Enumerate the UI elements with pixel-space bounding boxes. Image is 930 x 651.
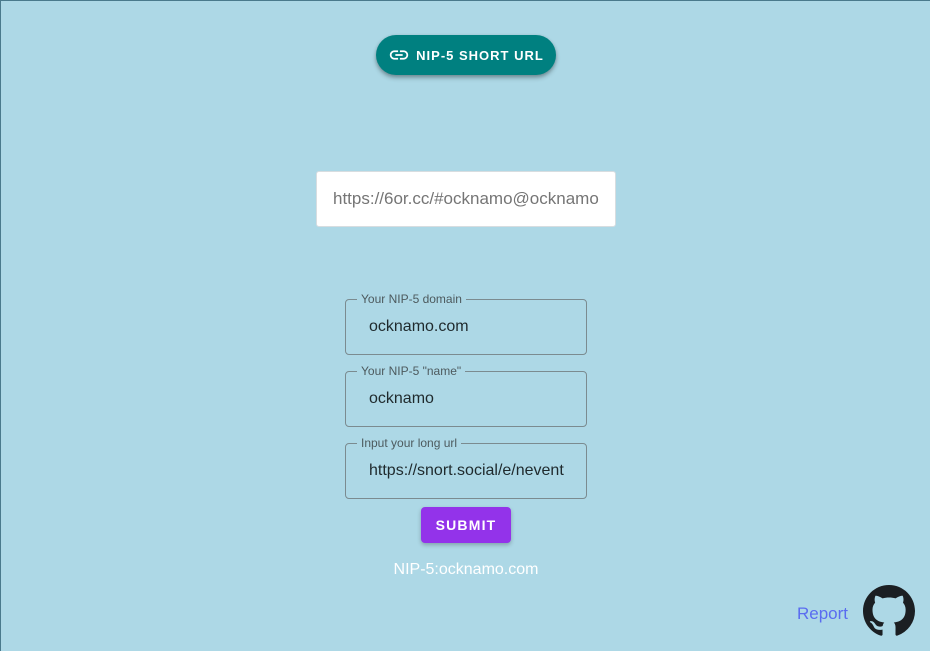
long-url-field: Input your long url (345, 436, 587, 499)
name-input[interactable] (346, 372, 586, 426)
link-icon (388, 44, 410, 66)
name-field: Your NIP-5 "name" (345, 364, 587, 427)
long-url-input[interactable] (346, 444, 586, 498)
nip5-identifier-text: NIP-5:ocknamo.com (393, 561, 539, 578)
nip5-short-url-label: NIP-5 SHORT URL (416, 47, 544, 63)
domain-field: Your NIP-5 domain (345, 292, 587, 355)
domain-input[interactable] (346, 300, 586, 354)
nip5-short-url-button[interactable]: NIP-5 SHORT URL (376, 35, 556, 75)
report-link[interactable]: Report (797, 604, 848, 624)
submit-button[interactable]: SUBMIT (421, 507, 511, 543)
short-url-output[interactable] (316, 171, 616, 227)
github-icon[interactable] (863, 585, 915, 637)
